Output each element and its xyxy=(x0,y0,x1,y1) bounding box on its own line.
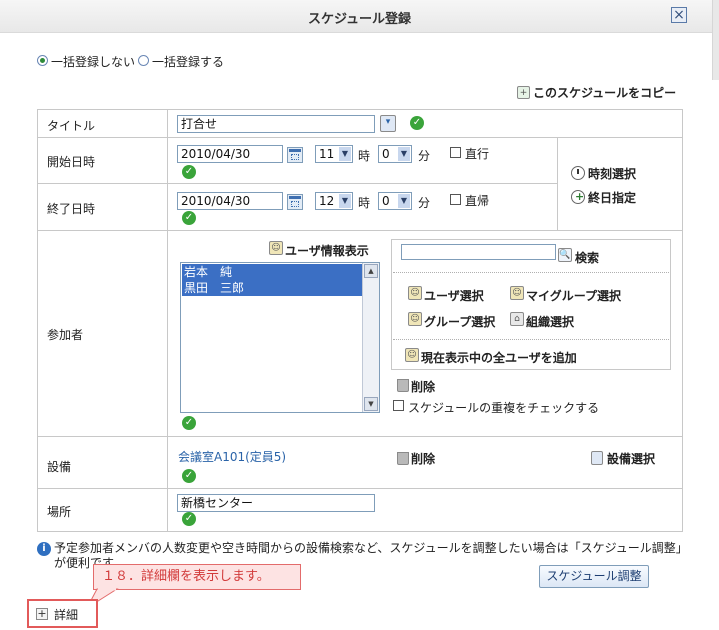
scroll-down-icon[interactable]: ▼ xyxy=(364,397,378,411)
all-day-icon xyxy=(571,190,585,204)
chevron-down-icon: ▼ xyxy=(339,147,351,161)
form-label-divider xyxy=(167,109,168,532)
end-min-value: 0 xyxy=(382,194,390,208)
dup-check-label: スケジュールの重複をチェックする xyxy=(408,401,600,415)
chevron-down-icon: ▼ xyxy=(339,194,351,208)
participant-delete-link[interactable]: 削除 xyxy=(411,378,435,395)
user-info-link[interactable]: ユーザ情報表示 xyxy=(285,242,369,259)
detail-toggle-label[interactable]: 詳細 xyxy=(54,606,78,623)
row-divider xyxy=(37,230,683,231)
trash-icon xyxy=(397,452,409,465)
instruction-callout: １８．詳細欄を表示します。 xyxy=(93,564,301,590)
user-icon: ☺ xyxy=(269,241,283,255)
window-titlebar: スケジュール登録 × xyxy=(0,0,719,33)
end-label: 終了日時 xyxy=(47,202,96,216)
bulk-yes-label: 一括登録する xyxy=(152,55,225,69)
panel-divider xyxy=(393,339,669,340)
participants-check-icon: ✓ xyxy=(182,416,196,430)
equipment-icon xyxy=(591,451,603,465)
direct-return-checkbox[interactable] xyxy=(450,194,461,205)
bulk-no-radio[interactable] xyxy=(37,55,48,66)
place-label: 場所 xyxy=(47,505,72,519)
start-calendar-icon[interactable] xyxy=(287,147,303,163)
direct-return-label: 直帰 xyxy=(465,194,490,208)
start-hour-unit: 時 xyxy=(358,149,371,163)
equipment-check-icon: ✓ xyxy=(182,469,196,483)
start-min-select[interactable]: 0 ▼ xyxy=(378,145,412,163)
copy-icon: + xyxy=(517,86,530,99)
panel-divider xyxy=(393,272,669,273)
schedule-adjust-button[interactable]: スケジュール調整 xyxy=(539,565,649,588)
end-hour-value: 12 xyxy=(319,194,335,208)
all-day-link[interactable]: 終日指定 xyxy=(588,189,636,206)
title-dropdown-icon[interactable]: ▾ xyxy=(380,115,396,132)
end-date-input[interactable]: 2010/04/30 xyxy=(177,192,283,210)
my-group-icon: ☺ xyxy=(510,286,524,300)
place-input[interactable]: 新橋センター xyxy=(177,494,375,512)
clock-icon xyxy=(571,166,585,180)
dup-check-checkbox[interactable] xyxy=(393,400,404,411)
window-scrollbar[interactable] xyxy=(712,0,719,80)
title-label: タイトル xyxy=(47,119,96,133)
equipment-delete-link[interactable]: 削除 xyxy=(411,450,435,467)
chevron-down-icon: ▼ xyxy=(398,147,410,161)
place-check-icon: ✓ xyxy=(182,512,196,526)
end-check-icon: ✓ xyxy=(182,211,196,225)
equipment-label: 設備 xyxy=(47,460,72,474)
bulk-no-label: 一括登録しない xyxy=(51,55,136,69)
plus-icon[interactable]: + xyxy=(36,608,48,620)
participant-item[interactable]: 黒田 三郎 xyxy=(182,280,365,296)
start-label: 開始日時 xyxy=(47,155,96,169)
trash-icon xyxy=(397,379,409,392)
info-icon: i xyxy=(37,542,51,556)
user-select-link[interactable]: ユーザ選択 xyxy=(424,287,484,304)
title-check-icon: ✓ xyxy=(410,116,424,130)
end-hour-unit: 時 xyxy=(358,196,371,210)
end-min-unit: 分 xyxy=(418,196,431,210)
close-icon[interactable]: × xyxy=(671,7,687,23)
row-divider xyxy=(37,436,683,437)
time-option-divider xyxy=(557,137,558,230)
bulk-yes-radio[interactable] xyxy=(138,55,149,66)
end-calendar-icon[interactable] xyxy=(287,194,303,210)
group-select-link[interactable]: グループ選択 xyxy=(424,313,495,330)
end-hour-select[interactable]: 12 ▼ xyxy=(315,192,353,210)
start-min-value: 0 xyxy=(382,147,390,161)
search-icon: 🔍 xyxy=(558,248,572,262)
search-button[interactable]: 検索 xyxy=(575,249,599,266)
row-divider xyxy=(37,183,557,184)
scroll-up-icon[interactable]: ▲ xyxy=(364,264,378,278)
copy-schedule-link[interactable]: このスケジュールをコピー xyxy=(533,84,676,101)
participants-label: 参加者 xyxy=(47,328,84,342)
org-select-link[interactable]: 組織選択 xyxy=(526,313,574,330)
start-date-input[interactable]: 2010/04/30 xyxy=(177,145,283,163)
user-icon: ☺ xyxy=(408,286,422,300)
start-hour-select[interactable]: 11 ▼ xyxy=(315,145,353,163)
participant-item[interactable]: 岩本 純 xyxy=(182,264,365,280)
row-divider xyxy=(37,137,683,138)
chevron-down-icon: ▼ xyxy=(398,194,410,208)
start-hour-value: 11 xyxy=(319,147,335,161)
end-min-select[interactable]: 0 ▼ xyxy=(378,192,412,210)
direct-go-checkbox[interactable] xyxy=(450,147,461,158)
start-check-icon: ✓ xyxy=(182,165,196,179)
title-input[interactable]: 打合せ xyxy=(177,115,375,133)
add-users-icon: ☺ xyxy=(405,348,419,362)
equipment-link[interactable]: 会議室A101(定員5) xyxy=(178,448,286,465)
time-select-link[interactable]: 時刻選択 xyxy=(588,165,636,182)
participants-listbox[interactable]: 岩本 純 黒田 三郎 ▲ ▼ xyxy=(180,262,380,413)
equipment-select-link[interactable]: 設備選択 xyxy=(607,450,655,467)
my-group-select-link[interactable]: マイグループ選択 xyxy=(526,287,621,304)
row-divider xyxy=(37,488,683,489)
user-search-input[interactable] xyxy=(401,244,556,260)
listbox-scrollbar[interactable]: ▲ ▼ xyxy=(362,263,379,412)
add-all-users-link[interactable]: 現在表示中の全ユーザを追加 xyxy=(421,349,577,366)
direct-go-label: 直行 xyxy=(465,147,490,161)
group-icon: ☺ xyxy=(408,312,422,326)
window-title: スケジュール登録 xyxy=(307,12,412,27)
org-icon: ⌂ xyxy=(510,312,524,326)
start-min-unit: 分 xyxy=(418,149,431,163)
